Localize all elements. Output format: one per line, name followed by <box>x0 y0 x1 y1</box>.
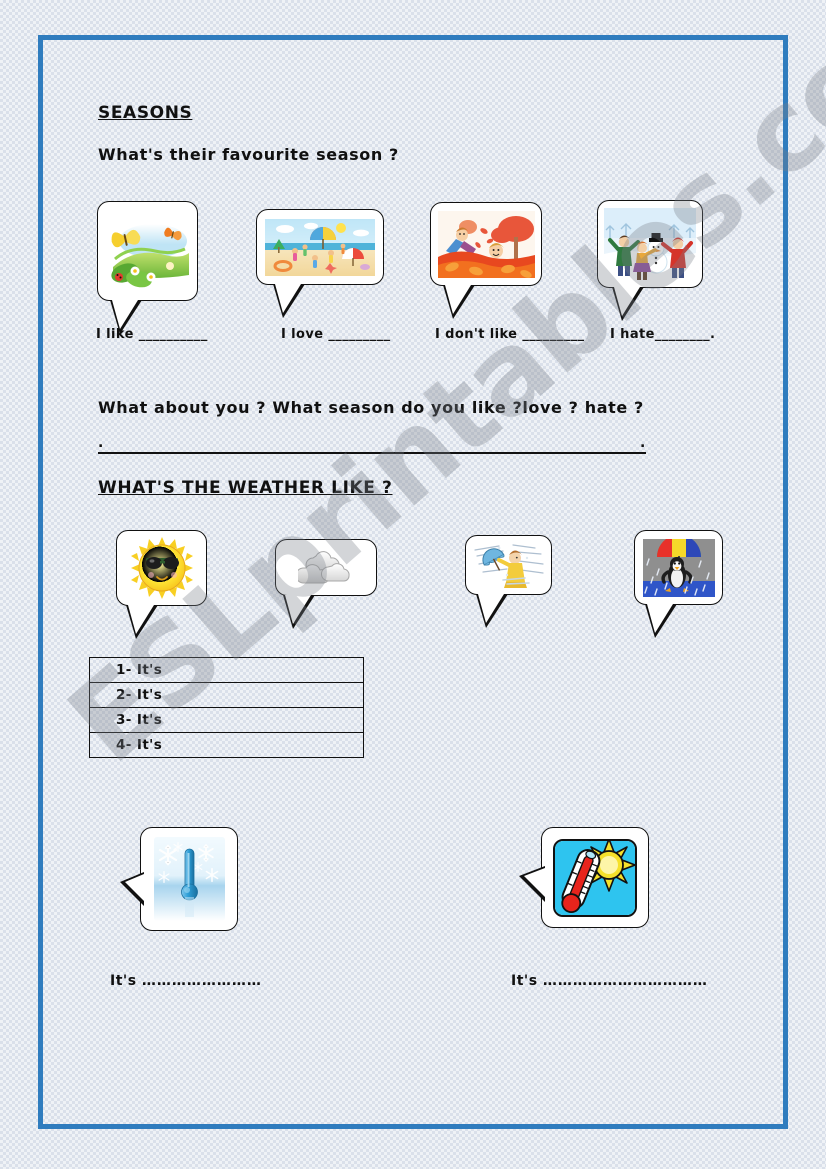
season-prompt-3-label: I don't like <box>435 327 518 342</box>
season-prompt-3-blank[interactable]: _________ <box>522 327 584 342</box>
weather-heading: WHAT'S THE WEATHER LIKE ? <box>98 478 393 498</box>
temperature-prompt-hot-dots[interactable]: …………………………… <box>543 973 708 989</box>
table-row[interactable]: 4- It's <box>90 733 364 758</box>
season-prompt-4-trailing: . <box>710 327 716 342</box>
season-prompt-1: I like __________ <box>96 327 208 342</box>
temperature-prompt-cold: It's …………………… <box>110 973 262 989</box>
temperature-prompt-hot-label: It's <box>511 973 538 989</box>
temperature-prompt-cold-dots[interactable]: …………………… <box>142 973 262 989</box>
season-bubble-autumn <box>430 202 542 319</box>
hot-thermometer-sun-image <box>553 838 637 917</box>
about-you-question: What about you ? What season do you like… <box>98 398 644 417</box>
season-prompt-2: I love _________ <box>281 327 391 342</box>
bubble-tail-fill <box>285 595 311 624</box>
winter-children-snowman-image <box>604 208 696 280</box>
spring-butterflies-flowers-image <box>104 211 191 291</box>
weather-answer-3[interactable]: 3- It's <box>89 707 364 733</box>
weather-answer-1[interactable]: 1- It's <box>89 657 364 683</box>
summer-beach-children-image <box>265 218 375 276</box>
rainy-penguin-umbrella-image <box>642 538 715 597</box>
bubble-tail-fill <box>275 284 301 313</box>
weather-bubble-rainy <box>634 530 723 638</box>
season-prompt-1-label: I like <box>96 327 134 342</box>
answer-line-end-dot: . <box>640 435 646 451</box>
season-prompt-1-blank[interactable]: __________ <box>139 327 208 342</box>
bubble-tail-fill <box>128 605 154 634</box>
bubble-tail-fill <box>524 868 545 897</box>
autumn-children-leaves-image <box>437 210 535 278</box>
table-row[interactable]: 2- It's <box>89 682 364 708</box>
season-prompt-3: I don't like _________ <box>435 327 584 342</box>
sunny-sun-sunglasses-image <box>129 537 195 599</box>
season-bubble-winter <box>597 200 703 321</box>
season-prompt-2-label: I love <box>281 327 324 342</box>
about-you-answer-line[interactable] <box>98 452 646 454</box>
weather-answer-4[interactable]: 4- It's <box>90 733 364 758</box>
weather-bubble-cloudy <box>275 539 377 629</box>
bubble-tail-fill <box>112 300 138 329</box>
weather-answer-2[interactable]: 2- It's <box>89 682 364 708</box>
bubble-tail-fill <box>125 874 144 901</box>
cloudy-clouds-image <box>298 546 354 590</box>
season-bubble-summer <box>256 209 384 318</box>
bubble-tail-fill <box>478 594 504 623</box>
seasons-question: What's their favourite season ? <box>98 145 399 164</box>
seasons-heading: SEASONS <box>98 103 193 123</box>
season-prompt-4-label: I hate <box>610 327 655 342</box>
temperature-prompt-hot: It's …………………………… <box>511 973 708 989</box>
weather-bubble-windy <box>465 535 552 628</box>
season-prompt-4: I hate________. <box>610 327 715 342</box>
answer-line-start-dot: . <box>98 435 104 451</box>
temperature-bubble-hot <box>519 827 649 928</box>
temperature-prompt-cold-label: It's <box>110 973 137 989</box>
bubble-tail-fill <box>614 287 640 316</box>
season-prompt-2-blank[interactable]: _________ <box>328 327 390 342</box>
weather-bubble-sunny <box>116 530 207 639</box>
windy-person-umbrella-image <box>472 542 545 588</box>
table-row[interactable]: 1- It's <box>89 657 364 683</box>
season-bubble-spring <box>97 201 198 334</box>
season-prompt-4-blank[interactable]: ________ <box>655 327 710 342</box>
cold-thermometer-snowflakes-image <box>153 837 225 921</box>
temperature-bubble-cold <box>120 827 238 931</box>
table-row[interactable]: 3- It's <box>89 707 364 733</box>
weather-answers-table: 1- It's 2- It's 3- It's 4- It's <box>89 657 364 758</box>
bubble-tail-fill <box>445 285 471 314</box>
bubble-tail-fill <box>647 604 673 633</box>
